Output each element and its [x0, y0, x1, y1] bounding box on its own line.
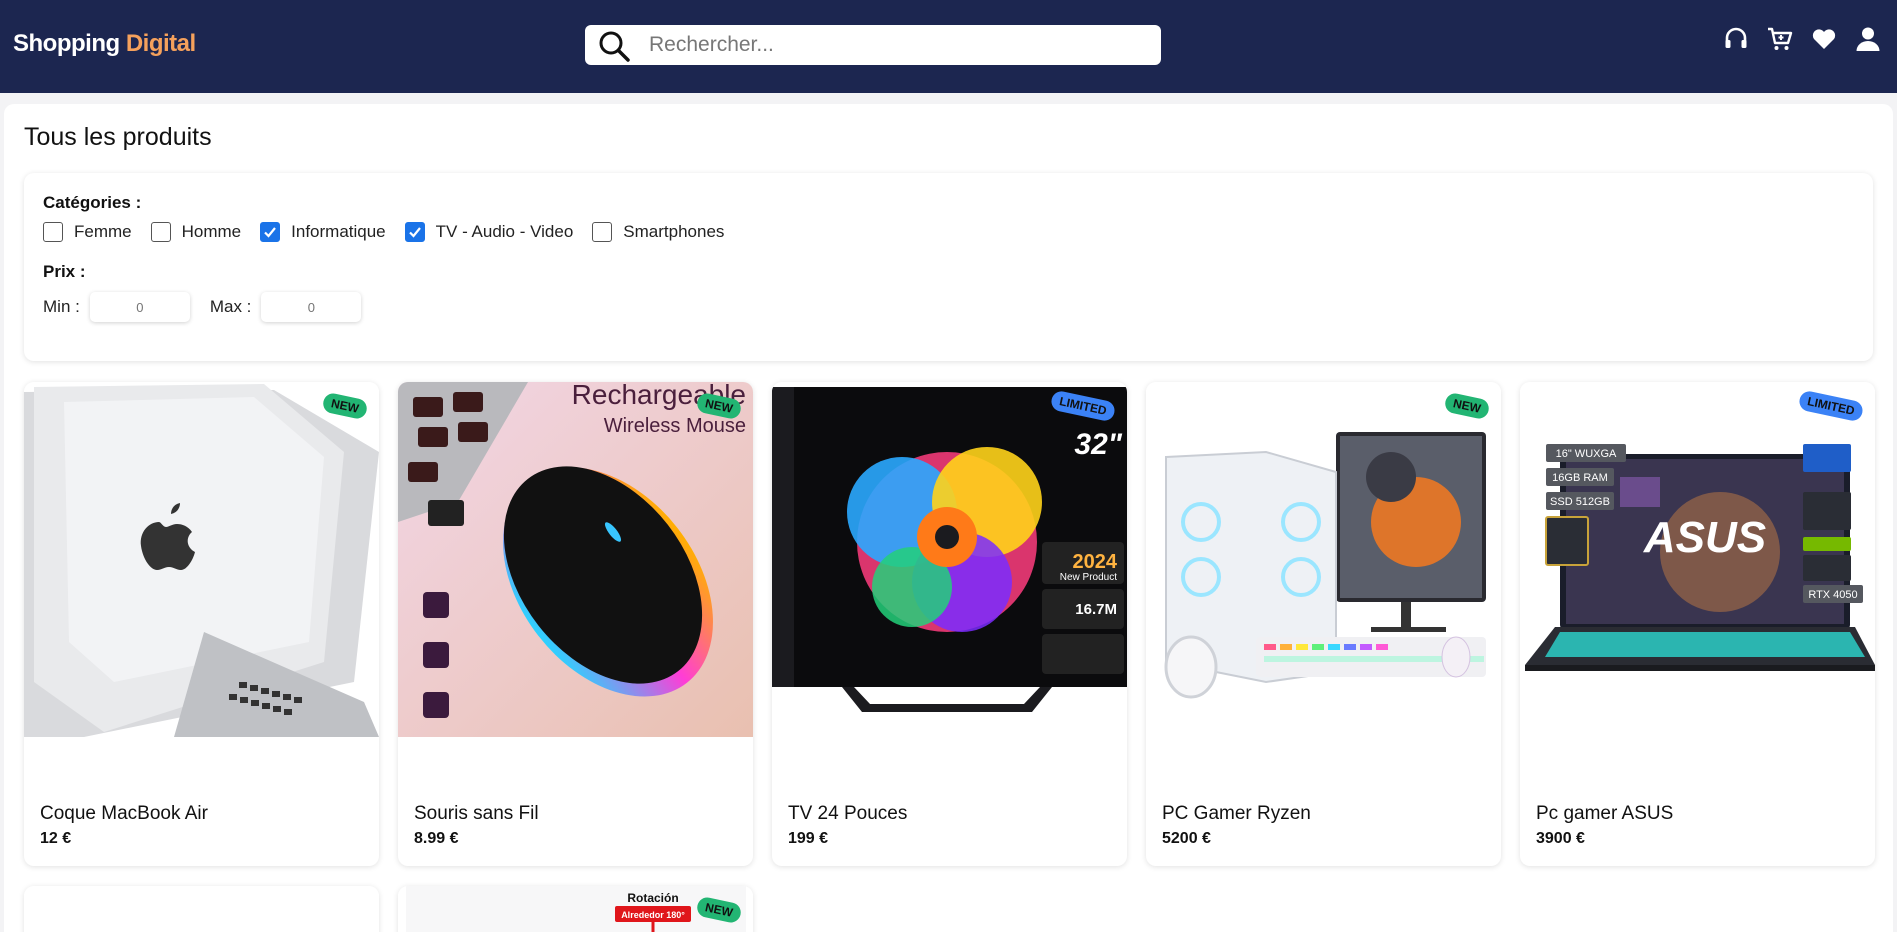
image-year-text: 2024 [1073, 551, 1118, 573]
checkbox-checked[interactable] [260, 222, 281, 242]
logo-accent-text: Digital [125, 30, 196, 57]
image-rotation-text: Rotación [627, 891, 678, 905]
product-card[interactable]: NEW Coque MacBook Air 12 € [24, 382, 379, 866]
macbook-case-image [24, 382, 379, 737]
checkbox[interactable] [43, 222, 63, 242]
product-name: Souris sans Fil [414, 803, 539, 824]
product-price: 199 € [788, 830, 829, 847]
category-checkbox-list: Femme Homme Informatique TV - Audio - Vi… [43, 222, 743, 242]
product-image: ASUS 16" WUXGA 16GB RAM SSD 512GB RTX 40… [1520, 382, 1875, 737]
product-image: Rechargeable Wireless Mouse [398, 382, 753, 737]
product-image: 32" 2024 New Product 16.7M [772, 382, 1127, 737]
product-card[interactable]: NEW PC Gamer Ryzen 5200 € [1146, 382, 1501, 866]
image-brand-text: ASUS [1643, 513, 1766, 562]
category-filter-informatique[interactable]: Informatique [260, 222, 386, 242]
checkbox[interactable] [592, 222, 613, 242]
category-filter-tv-audio-video[interactable]: TV - Audio - Video [404, 222, 574, 242]
spec-ram: 16GB RAM [1552, 472, 1608, 484]
max-price-input[interactable] [261, 292, 362, 322]
product-card[interactable]: ASUS 16" WUXGA 16GB RAM SSD 512GB RTX 40… [1520, 382, 1875, 866]
product-name: Coque MacBook Air [40, 803, 208, 824]
header-icon-group [1723, 26, 1881, 52]
tv-image: 32" 2024 New Product 16.7M [772, 382, 1127, 737]
price-range: Min : Max : [43, 292, 381, 322]
product-image [24, 886, 379, 932]
product-price: 12 € [40, 830, 72, 847]
site-logo[interactable]: Shopping Digital [13, 30, 196, 58]
top-navbar: Shopping Digital [0, 0, 1897, 93]
search-bar [585, 25, 1161, 65]
product-name: TV 24 Pouces [788, 803, 908, 824]
image-colors-text: 16.7M [1075, 601, 1117, 618]
logo-main-text: Shopping [13, 30, 120, 57]
category-label: TV - Audio - Video [435, 222, 574, 241]
category-label: Femme [74, 222, 132, 241]
category-filter-homme[interactable]: Homme [150, 222, 242, 242]
product-card[interactable]: Rotación Alrededor 180° NEW [398, 886, 753, 932]
filters-box: Catégories : Femme Homme Informatique TV… [24, 173, 1873, 361]
product-price: 3900 € [1536, 830, 1585, 847]
search-input[interactable] [649, 29, 1149, 61]
category-label: Smartphones [623, 222, 725, 241]
image-size-text: 32" [1074, 428, 1122, 461]
image-new-product-text: New Product [1060, 572, 1117, 583]
min-price-input[interactable] [89, 292, 190, 322]
checkbox-checked[interactable] [404, 222, 425, 242]
category-filter-smartphones[interactable]: Smartphones [592, 222, 724, 242]
search-icon[interactable] [597, 29, 631, 63]
checkmark-icon [264, 227, 276, 238]
categories-label: Catégories : [43, 193, 142, 212]
max-price-label: Max : [209, 297, 252, 316]
checkbox[interactable] [150, 222, 171, 242]
min-price-label: Min : [43, 297, 80, 316]
product-price: 8.99 € [414, 830, 459, 847]
category-label: Homme [181, 222, 242, 241]
product-image [1146, 382, 1501, 737]
spec-ssd: SSD 512GB [1550, 496, 1610, 508]
image-rotation-degrees: Alrededor 180° [621, 910, 685, 920]
spec-screen: 16" WUXGA [1556, 448, 1617, 460]
wireless-mouse-image: Rechargeable Wireless Mouse [398, 382, 753, 737]
user-icon[interactable] [1855, 26, 1881, 52]
price-label: Prix : [43, 262, 86, 281]
product-price: 5200 € [1162, 830, 1211, 847]
spec-gpu: RTX 4050 [1808, 589, 1857, 601]
product-card[interactable] [24, 886, 379, 932]
product-image [24, 382, 379, 737]
image-subheadline: Wireless Mouse [604, 415, 746, 437]
headset-icon[interactable] [1723, 26, 1749, 52]
heart-icon[interactable] [1811, 26, 1837, 52]
page-title: Tous les produits [24, 123, 212, 151]
product-card[interactable]: 32" 2024 New Product 16.7M LIMITED TV 24… [772, 382, 1127, 866]
product-name: Pc gamer ASUS [1536, 803, 1674, 824]
product-card[interactable]: Rechargeable Wireless Mouse NEW Souris s… [398, 382, 753, 866]
pc-gamer-ryzen-image [1146, 382, 1501, 737]
checkmark-icon [408, 227, 421, 238]
cart-icon[interactable] [1767, 26, 1793, 52]
category-filter-femme[interactable]: Femme [43, 222, 132, 242]
category-label: Informatique [291, 222, 386, 241]
asus-laptop-image: ASUS 16" WUXGA 16GB RAM SSD 512GB RTX 40… [1520, 382, 1875, 737]
product-name: PC Gamer Ryzen [1162, 803, 1311, 824]
